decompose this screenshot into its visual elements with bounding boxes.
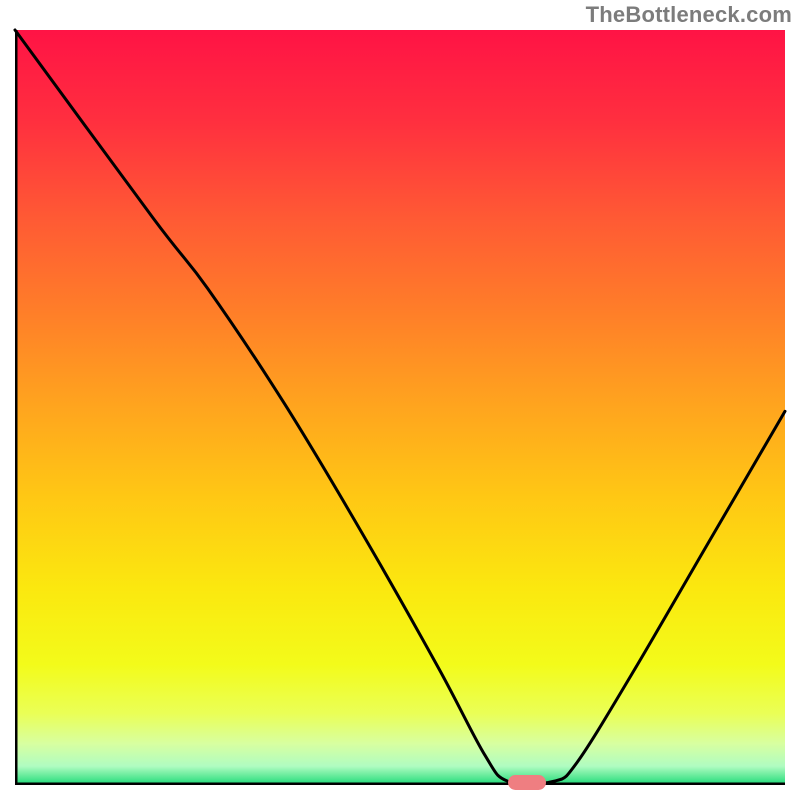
gradient-background bbox=[15, 30, 785, 785]
chart-root: TheBottleneck.com bbox=[0, 0, 800, 800]
optimal-marker bbox=[508, 775, 546, 790]
watermark-label: TheBottleneck.com bbox=[586, 2, 792, 28]
